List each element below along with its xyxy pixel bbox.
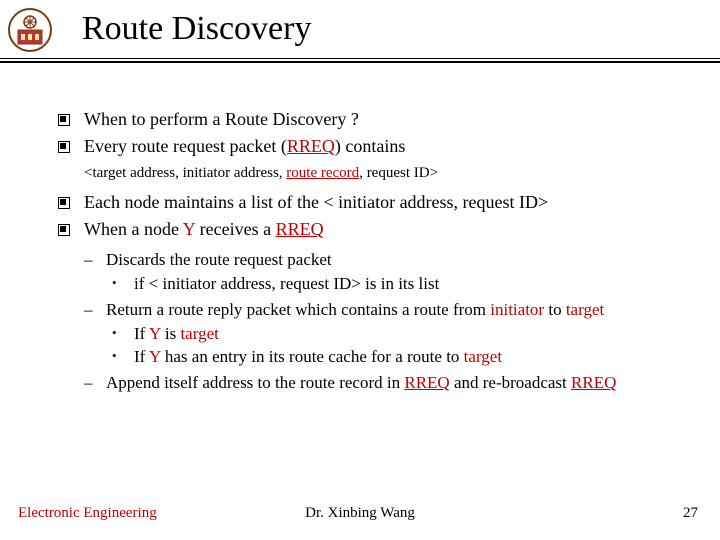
term-rreq: RREQ [287,136,335,156]
text-fragment: to [544,300,566,319]
text-fragment: and re-broadcast [450,373,571,392]
term-rreq: RREQ [276,219,324,239]
bullet-text: When to perform a Route Discovery ? [84,108,698,133]
slide: Route Discovery When to perform a Route … [0,0,720,540]
term-target: target [464,347,502,366]
text-fragment: When a node [84,219,183,239]
text-fragment: , request ID> [359,165,438,181]
term-node-y: Y [149,347,161,366]
slide-title: Route Discovery [82,10,311,48]
content-body: When to perform a Route Discovery ? Ever… [58,108,698,396]
bullet-item: Every route request packet (RREQ) contai… [58,135,698,160]
bullet-item: Each node maintains a list of the < init… [58,191,698,216]
dot-text: if < initiator address, request ID> is i… [134,273,698,295]
dash-text: Discards the route request packet [106,249,698,271]
bullet-item: When a node Y receives a RREQ [58,218,698,243]
term-node-y: Y [183,219,195,239]
bullet-text: When a node Y receives a RREQ [84,218,698,243]
term-node-y: Y [149,324,161,343]
text-fragment: Return a route reply packet which contai… [106,300,490,319]
dot-marker-icon: • [112,273,134,295]
bullet-item: When to perform a Route Discovery ? [58,108,698,133]
term-initiator: initiator [490,300,544,319]
dot-text: If Y has an entry in its route cache for… [134,346,698,368]
sub-bullet-text: <target address, initiator address, rout… [84,164,698,183]
term-target: target [180,324,218,343]
dot-item: • If Y is target [112,323,698,345]
institution-logo-icon [8,8,52,57]
bullet-text: Every route request packet (RREQ) contai… [84,135,698,160]
square-bullet-icon [58,218,84,243]
text-fragment: receives a [195,219,275,239]
title-divider [0,58,720,63]
text-fragment: Every route request packet ( [84,136,287,156]
text-fragment: If [134,324,149,343]
dot-marker-icon: • [112,346,134,368]
term-rreq: RREQ [571,373,616,392]
slide-number: 27 [683,505,698,522]
dot-text: If Y is target [134,323,698,345]
dash-text: Return a route reply packet which contai… [106,299,698,321]
text-fragment: has an entry in its route cache for a ro… [161,347,464,366]
dash-item: – Append itself address to the route rec… [84,372,698,394]
text-fragment: <target address, initiator address, [84,165,286,181]
dash-item: – Return a route reply packet which cont… [84,299,698,321]
dot-item: • if < initiator address, request ID> is… [112,273,698,295]
square-bullet-icon [58,108,84,133]
dash-list: – Discards the route request packet • if… [84,249,698,394]
bullet-text: Each node maintains a list of the < init… [84,191,698,216]
dash-text: Append itself address to the route recor… [106,372,698,394]
term-target: target [566,300,604,319]
square-bullet-icon [58,135,84,160]
term-rreq: RREQ [404,373,449,392]
term-route-record: route record [286,165,359,181]
text-fragment: Append itself address to the route recor… [106,373,404,392]
dash-marker-icon: – [84,372,106,394]
dash-marker-icon: – [84,249,106,271]
dash-marker-icon: – [84,299,106,321]
text-fragment: is [161,324,181,343]
text-fragment: ) contains [335,136,405,156]
text-fragment: If [134,347,149,366]
dash-item: – Discards the route request packet [84,249,698,271]
square-bullet-icon [58,191,84,216]
dot-item: • If Y has an entry in its route cache f… [112,346,698,368]
dot-marker-icon: • [112,323,134,345]
footer-author: Dr. Xinbing Wang [0,505,720,522]
